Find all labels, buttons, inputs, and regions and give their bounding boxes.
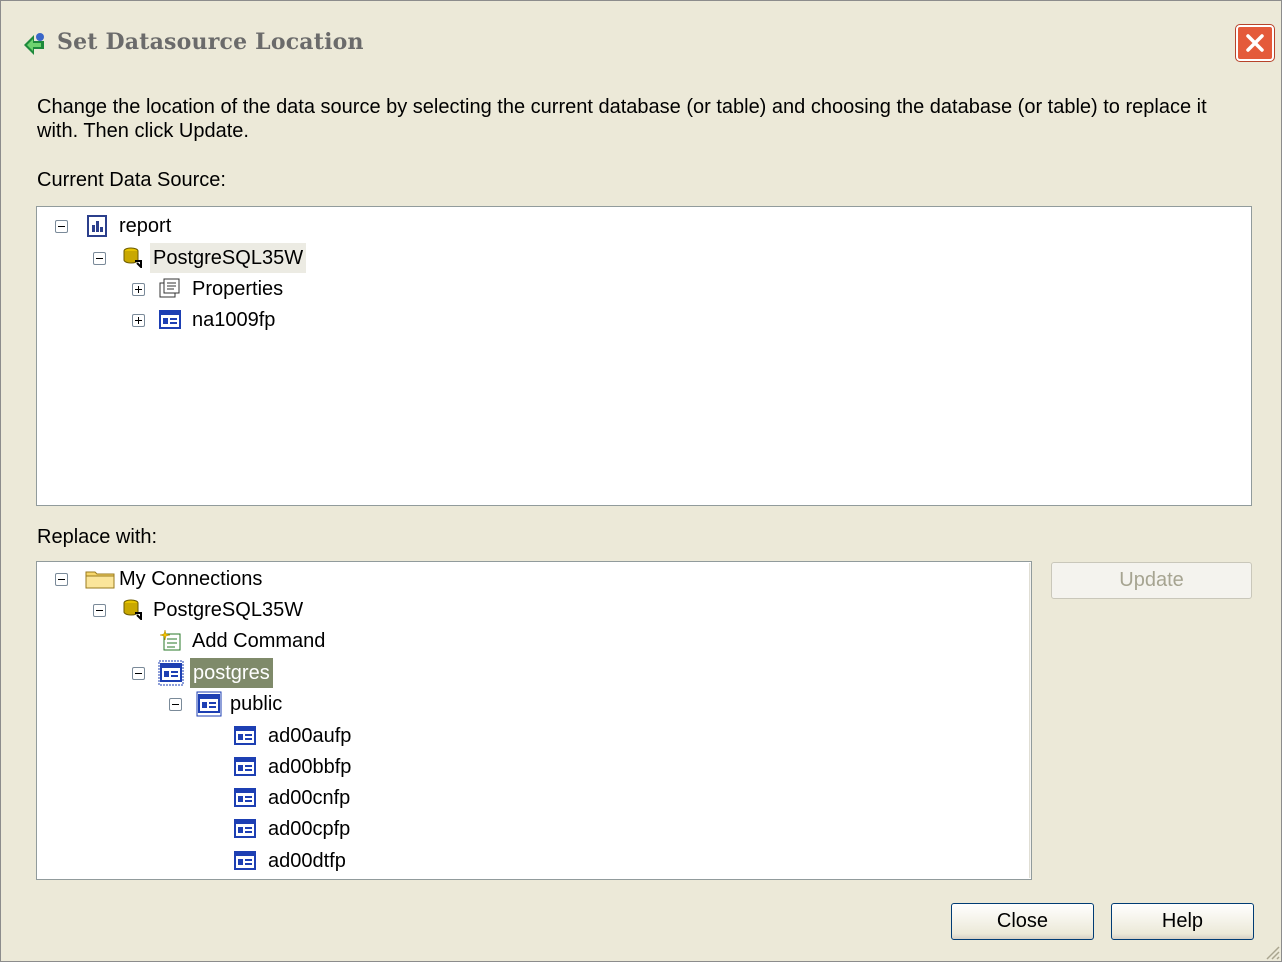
tree-node-na1009fp[interactable]: na1009fp <box>37 305 437 335</box>
collapse-icon[interactable] <box>93 604 106 617</box>
collapse-icon[interactable] <box>132 667 145 680</box>
tree-node-postgres[interactable]: postgres <box>37 658 437 688</box>
table-icon <box>234 819 256 838</box>
tree-node-postgresql35w[interactable]: PostgreSQL35W <box>37 243 437 273</box>
properties-icon <box>159 278 180 298</box>
instructions-text: Change the location of the data source b… <box>37 96 1207 142</box>
window-title: Set Datasource Location <box>57 29 364 55</box>
add-command-icon <box>159 629 181 651</box>
expand-icon[interactable] <box>132 314 145 327</box>
collapse-icon[interactable] <box>55 220 68 233</box>
tree-node-postgresql35w[interactable]: PostgreSQL35W <box>37 595 437 625</box>
table-icon <box>234 726 256 745</box>
tree-node-ad00bbfp[interactable]: ad00bbfp <box>37 752 437 782</box>
table-icon <box>234 851 256 870</box>
tree-node-ad00dtfp[interactable]: ad00dtfp <box>37 846 437 876</box>
folder-icon <box>85 571 115 589</box>
collapse-icon[interactable] <box>93 252 106 265</box>
database-connection-icon <box>123 599 142 620</box>
tree-node-label: ad00cpfp <box>268 818 351 840</box>
tree-node-public[interactable]: public <box>37 689 437 719</box>
table-icon <box>159 310 181 329</box>
tree-node-label: ad00dtfp <box>268 850 346 872</box>
database-connection-icon <box>123 247 142 268</box>
tree-node-report[interactable]: report <box>37 211 437 241</box>
datasource-location-icon <box>24 33 44 55</box>
replace-with-label: Replace with: <box>37 526 158 548</box>
resize-grip-icon[interactable] <box>1263 941 1281 961</box>
tree-node-label: postgres <box>190 658 273 688</box>
tree-node-label: ad00bbfp <box>268 756 352 778</box>
close-icon <box>1246 34 1264 52</box>
tree-node-label: PostgreSQL35W <box>150 243 307 273</box>
tree-node-my-connections[interactable]: My Connections <box>37 564 437 594</box>
close-button[interactable]: Close <box>951 903 1094 940</box>
update-button[interactable]: Update <box>1051 562 1252 599</box>
table-icon <box>234 757 256 776</box>
title-bar[interactable]: Set Datasource Location <box>1 1 1281 65</box>
vertical-scrollbar[interactable] <box>1029 563 1031 878</box>
tree-node-label: na1009fp <box>192 309 276 331</box>
tree-node-label: public <box>230 693 283 715</box>
tree-node-properties[interactable]: Properties <box>37 274 437 304</box>
tree-node-label: ad00aufp <box>268 725 352 747</box>
tree-node-label: PostgreSQL35W <box>153 599 304 621</box>
replace-with-tree[interactable]: My Connections PostgreSQL35W Add Command <box>36 561 1032 880</box>
tree-node-label: Properties <box>192 278 284 300</box>
close-window-button[interactable] <box>1236 25 1274 61</box>
tree-node-ad00cnfp[interactable]: ad00cnfp <box>37 783 437 813</box>
report-icon <box>87 215 107 237</box>
tree-node-add-command[interactable]: Add Command <box>37 626 437 656</box>
tree-node-ad00cpfp[interactable]: ad00cpfp <box>37 814 437 844</box>
collapse-icon[interactable] <box>169 698 182 711</box>
tree-node-ad00aufp[interactable]: ad00aufp <box>37 721 437 751</box>
tree-node-label: Add Command <box>192 630 326 652</box>
tree-node-label: report <box>119 215 172 237</box>
tree-node-label: ad00cnfp <box>268 787 351 809</box>
table-icon <box>234 788 256 807</box>
help-button[interactable]: Help <box>1111 903 1254 940</box>
set-datasource-dialog: Set Datasource Location Change the locat… <box>0 0 1282 962</box>
expand-icon[interactable] <box>132 283 145 296</box>
current-data-source-label: Current Data Source: <box>37 169 226 191</box>
current-data-source-tree[interactable]: report PostgreSQL35W Properties na1009fp <box>36 206 1252 506</box>
tree-node-label: My Connections <box>119 568 263 590</box>
table-icon <box>158 660 184 686</box>
table-icon <box>196 691 222 717</box>
collapse-icon[interactable] <box>55 573 68 586</box>
